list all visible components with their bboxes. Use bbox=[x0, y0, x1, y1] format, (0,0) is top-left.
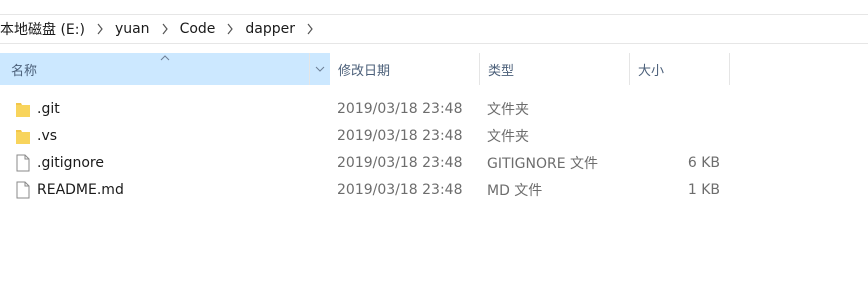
breadcrumb-label: dapper bbox=[245, 21, 296, 37]
file-name-cell: README.md bbox=[15, 176, 124, 203]
chevron-right-icon[interactable] bbox=[223, 22, 237, 36]
file-name: .git bbox=[37, 100, 60, 117]
file-row[interactable]: .vs 2019/03/18 23:48 文件夹 bbox=[0, 122, 868, 149]
file-name: .vs bbox=[37, 127, 58, 144]
file-icon bbox=[16, 181, 30, 198]
breadcrumb-item-dapper[interactable]: dapper bbox=[241, 21, 321, 37]
column-header-name[interactable]: 名称 bbox=[0, 53, 330, 85]
chevron-right-icon[interactable] bbox=[303, 22, 317, 36]
file-name: README.md bbox=[37, 181, 124, 198]
column-header-label: 名称 bbox=[11, 63, 38, 79]
chevron-down-icon[interactable] bbox=[309, 53, 330, 85]
file-type: 文件夹 bbox=[487, 101, 529, 118]
column-header-label: 修改日期 bbox=[338, 63, 391, 79]
file-name-cell: .gitignore bbox=[15, 149, 104, 176]
file-type: MD 文件 bbox=[487, 182, 543, 199]
chevron-right-icon[interactable] bbox=[93, 22, 107, 36]
file-name: .gitignore bbox=[37, 154, 104, 171]
column-header-modified[interactable]: 修改日期 bbox=[330, 53, 480, 85]
column-header-type[interactable]: 类型 bbox=[480, 53, 630, 85]
file-modified: 2019/03/18 23:48 bbox=[337, 181, 463, 198]
file-size bbox=[638, 95, 720, 122]
file-type: 文件夹 bbox=[487, 128, 529, 145]
address-bar[interactable]: 本地磁盘 (E:) yuan Code dapper bbox=[0, 14, 868, 44]
file-icon bbox=[16, 154, 30, 171]
file-size bbox=[638, 122, 720, 149]
file-name-cell: .vs bbox=[15, 122, 57, 149]
folder-icon bbox=[16, 129, 30, 144]
file-modified: 2019/03/18 23:48 bbox=[337, 154, 463, 171]
breadcrumb-item-drive[interactable]: 本地磁盘 (E:) bbox=[0, 19, 111, 39]
breadcrumb-item-code[interactable]: Code bbox=[176, 21, 242, 37]
column-header-label: 大小 bbox=[638, 63, 665, 79]
breadcrumb-label: Code bbox=[179, 21, 216, 37]
column-header-size[interactable]: 大小 bbox=[630, 53, 730, 85]
column-divider[interactable] bbox=[729, 53, 730, 85]
file-name-cell: .git bbox=[15, 95, 60, 122]
file-row[interactable]: .gitignore 2019/03/18 23:48 GITIGNORE 文件… bbox=[0, 149, 868, 176]
folder-icon bbox=[16, 102, 30, 117]
sort-ascending-icon bbox=[160, 55, 170, 61]
file-size: 1 KB bbox=[687, 181, 720, 198]
breadcrumb-label: 本地磁盘 (E:) bbox=[0, 22, 85, 38]
file-row[interactable]: README.md 2019/03/18 23:48 MD 文件 1 KB bbox=[0, 176, 868, 203]
file-row[interactable]: .git 2019/03/18 23:48 文件夹 bbox=[0, 95, 868, 122]
file-list: .git 2019/03/18 23:48 文件夹 .vs 2019/03/18… bbox=[0, 95, 868, 203]
file-size: 6 KB bbox=[687, 154, 720, 171]
column-header-label: 类型 bbox=[488, 63, 515, 79]
file-type: GITIGNORE 文件 bbox=[487, 155, 599, 172]
breadcrumb-item-yuan[interactable]: yuan bbox=[111, 21, 176, 37]
file-modified: 2019/03/18 23:48 bbox=[337, 100, 463, 117]
breadcrumb-label: yuan bbox=[114, 21, 150, 37]
chevron-right-icon[interactable] bbox=[158, 22, 172, 36]
column-header-row: 名称 修改日期 类型 大小 bbox=[0, 53, 868, 85]
file-modified: 2019/03/18 23:48 bbox=[337, 127, 463, 144]
